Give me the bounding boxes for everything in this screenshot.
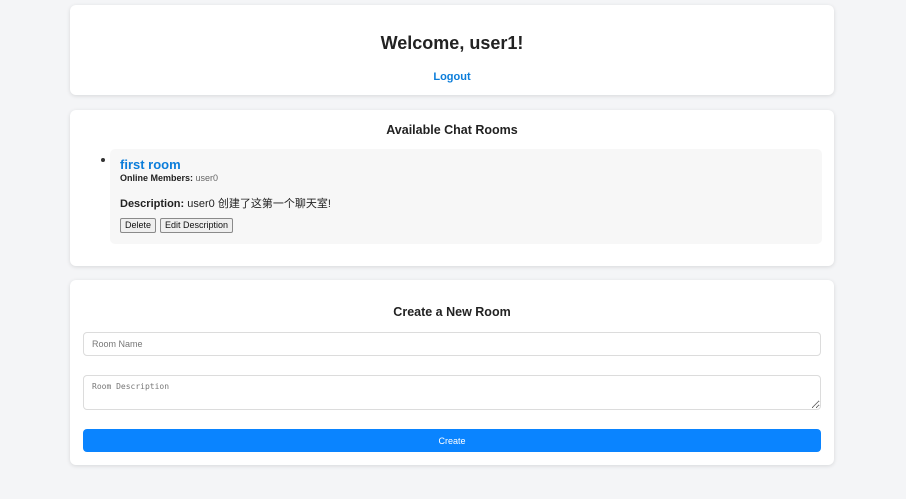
online-members-line: Online Members: user0 (120, 173, 218, 183)
create-room-button[interactable]: Create (83, 429, 821, 452)
room-name-link[interactable]: first room (120, 157, 181, 172)
room-actions: Delete Edit Description (120, 218, 234, 233)
edit-description-button[interactable]: Edit Description (160, 218, 234, 233)
chat-rooms-heading: Available Chat Rooms (386, 123, 518, 137)
welcome-heading: Welcome, user1! (380, 33, 524, 53)
welcome-card: Welcome, user1! Logout (70, 5, 834, 95)
room-description-text: user0 创建了这第一个聊天室! (187, 198, 331, 210)
create-room-card: Create a New Room Create (70, 280, 834, 465)
online-members-label: Online Members: (120, 173, 194, 183)
room-description-input[interactable] (83, 375, 821, 410)
room-list-item: first room Online Members: user0 Descrip… (110, 149, 822, 244)
room-name-input[interactable] (83, 332, 821, 356)
create-room-heading: Create a New Room (393, 305, 511, 319)
room-description-label: Description: (120, 198, 185, 210)
logout-link[interactable]: Logout (433, 71, 470, 83)
chat-rooms-card: Available Chat Rooms first room Online M… (70, 110, 834, 266)
room-description-line: Description: user0 创建了这第一个聊天室! (120, 195, 331, 211)
list-bullet (101, 158, 105, 162)
online-members-value: user0 (195, 173, 219, 183)
delete-room-button[interactable]: Delete (120, 218, 157, 233)
logout-link-row: Logout (70, 71, 834, 83)
